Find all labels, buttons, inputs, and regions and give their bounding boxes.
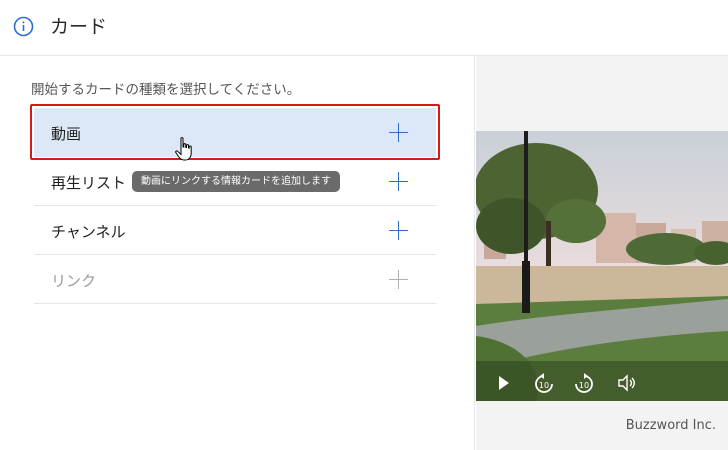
plus-icon[interactable]	[389, 123, 408, 142]
tooltip: 動画にリンクする情報カードを追加します	[132, 171, 340, 192]
plus-icon[interactable]	[389, 221, 408, 240]
card-type-label: リンク	[51, 272, 97, 290]
rewind-10-icon[interactable]: 10	[533, 373, 555, 395]
svg-text:10: 10	[579, 381, 589, 390]
card-type-label: チャンネル	[51, 223, 126, 241]
plus-icon	[389, 270, 408, 289]
card-type-channel[interactable]: チャンネル	[34, 206, 436, 255]
video-controls: 10 10	[476, 367, 728, 401]
volume-icon[interactable]	[616, 373, 638, 393]
preview-panel: 10 10 Buzzword Inc.	[476, 56, 728, 450]
card-type-list: 動画 再生リスト チャンネル リンク	[34, 108, 436, 304]
card-type-panel: 開始するカードの種類を選択してください。 動画 再生リスト チャンネル リンク	[0, 56, 475, 450]
page-title: カード	[50, 16, 108, 38]
play-icon[interactable]	[496, 373, 512, 393]
card-type-label: 再生リスト	[51, 174, 127, 192]
hand-cursor-icon	[175, 137, 192, 161]
info-icon[interactable]	[13, 16, 34, 37]
dialog-header: カード	[0, 0, 728, 56]
card-type-label: 動画	[51, 125, 82, 143]
forward-10-icon[interactable]: 10	[573, 373, 595, 395]
instruction-text: 開始するカードの種類を選択してください。	[31, 82, 301, 98]
svg-text:10: 10	[539, 381, 549, 390]
video-preview[interactable]: 10 10	[476, 131, 728, 401]
credit-text: Buzzword Inc.	[625, 418, 716, 433]
plus-icon[interactable]	[389, 172, 408, 191]
video-frame-image	[476, 131, 728, 401]
card-type-video[interactable]: 動画	[34, 108, 436, 157]
card-type-link: リンク	[34, 255, 436, 304]
